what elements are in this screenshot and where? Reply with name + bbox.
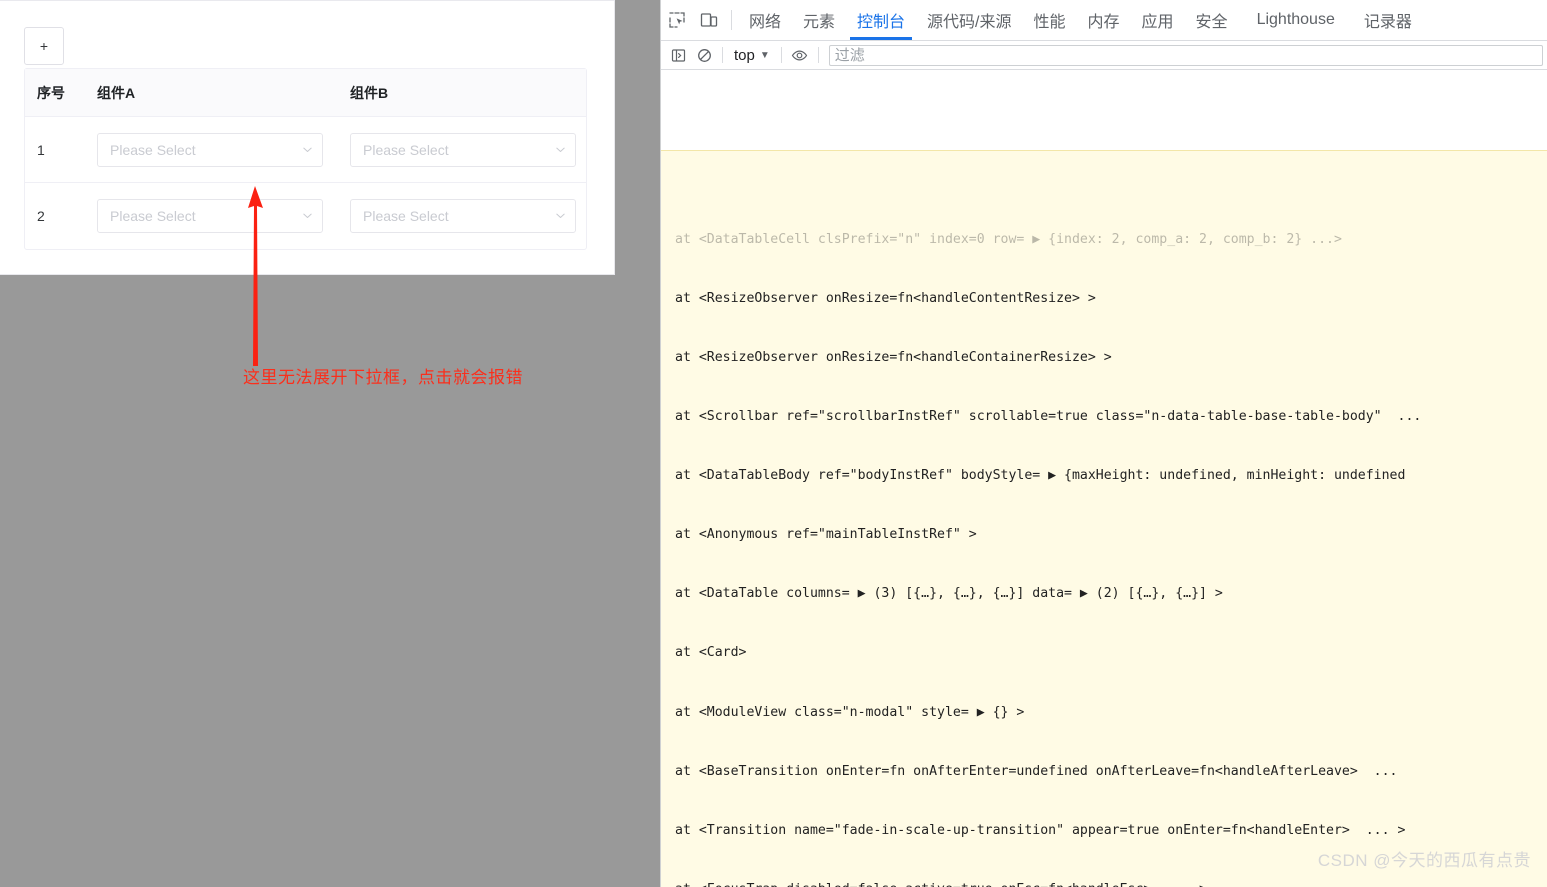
table-header-row: 序号 组件A 组件B <box>25 69 586 117</box>
device-toolbar-icon[interactable] <box>693 0 725 40</box>
tab-lighthouse[interactable]: Lighthouse <box>1239 0 1353 40</box>
warn-trace-line: at <DataTableBody ref="bodyInstRef" body… <box>675 468 1406 484</box>
chevron-down-icon <box>302 144 313 155</box>
console-warning-group[interactable]: at <DataTableCell clsPrefix="n" index=0 … <box>661 149 1547 887</box>
table-header-index: 序号 <box>37 84 65 101</box>
execution-context-value: top <box>734 46 755 64</box>
chevron-down-icon <box>555 144 566 155</box>
cell-component-a: Please Select <box>85 199 338 233</box>
component-b-placeholder: Please Select <box>363 208 449 224</box>
application-pane: + 序号 组件A 组件B 1 Please Select Please Sele… <box>0 0 660 887</box>
app-card: + 序号 组件A 组件B 1 Please Select Please Sele… <box>0 0 615 275</box>
console-filter-input[interactable] <box>828 44 1543 66</box>
component-b-select[interactable]: Please Select <box>350 132 576 167</box>
toolbar-divider <box>817 47 819 63</box>
console-partial-top-line: at <DataTableCell clsPrefix="n" index=0 … <box>675 231 1342 247</box>
clear-console-icon[interactable] <box>691 43 717 67</box>
component-b-select[interactable]: Please Select <box>350 199 576 233</box>
console-output[interactable]: at <DataTableCell clsPrefix="n" index=0 … <box>661 71 1547 887</box>
row-index: 2 <box>37 208 45 224</box>
execution-context-select[interactable]: top ▼ <box>728 47 776 64</box>
cell-component-b: Please Select <box>338 132 586 167</box>
cell-component-b: Please Select <box>338 199 586 233</box>
devtools-panel: 网络 元素 控制台 源代码/来源 性能 内存 应用 安全 Lighthouse … <box>660 0 1547 887</box>
warn-trace-line: at <ResizeObserver onResize=fn<handleCon… <box>675 349 1112 365</box>
annotation-caption: 这里无法展开下拉框，点击就会报错 <box>243 368 523 387</box>
card-top-divider <box>0 0 614 1</box>
inspect-element-icon[interactable] <box>661 0 693 40</box>
tab-memory[interactable]: 内存 <box>1077 0 1131 40</box>
warn-trace-line: at <ResizeObserver onResize=fn<handleCon… <box>675 290 1096 306</box>
row-index: 1 <box>37 141 45 158</box>
devtools-tabbar: 网络 元素 控制台 源代码/来源 性能 内存 应用 安全 Lighthouse … <box>661 0 1547 41</box>
warn-trace-line: at <FocusTrap disabled=false active=true… <box>675 880 1547 887</box>
warn-trace-line: at <Scrollbar ref="scrollbarInstRef" scr… <box>675 408 1422 424</box>
tab-recorder[interactable]: 记录器 <box>1353 0 1423 40</box>
tab-elements[interactable]: 元素 <box>792 0 846 40</box>
component-a-select[interactable]: Please Select <box>97 132 323 167</box>
tab-application[interactable]: 应用 <box>1131 0 1185 40</box>
tabbar-divider <box>731 10 732 30</box>
warn-trace-line: at <DataTable columns= ▶ (3) [{…}, {…}, … <box>675 586 1223 602</box>
screenshot-root: + 序号 组件A 组件B 1 Please Select Please Sele… <box>0 0 1547 887</box>
table-header-component-b: 组件B <box>350 84 389 101</box>
toolbar-divider <box>780 47 782 63</box>
toolbar-divider <box>722 47 723 63</box>
component-a-placeholder: Please Select <box>110 208 196 224</box>
tab-sources[interactable]: 源代码/来源 <box>916 0 1022 40</box>
chevron-down-icon: ▼ <box>759 49 770 61</box>
component-b-placeholder: Please Select <box>363 141 449 158</box>
chevron-down-icon <box>302 210 313 221</box>
table-row: 2 Please Select Please Select <box>25 183 586 249</box>
component-a-placeholder: Please Select <box>110 141 196 158</box>
cell-component-a: Please Select <box>85 132 338 167</box>
warn-trace-line: at <BaseTransition onEnter=fn onAfterEnt… <box>675 763 1398 779</box>
tab-performance[interactable]: 性能 <box>1023 0 1077 40</box>
warn-trace-line: at <Transition name="fade-in-scale-up-tr… <box>675 822 1406 838</box>
console-sidebar-icon[interactable] <box>665 43 691 67</box>
components-table: 序号 组件A 组件B 1 Please Select Please Select… <box>24 68 587 250</box>
chevron-down-icon <box>555 210 566 221</box>
table-header-component-a: 组件A <box>97 84 136 101</box>
table-row: 1 Please Select Please Select <box>25 117 586 183</box>
live-expression-eye-icon[interactable] <box>787 43 813 67</box>
warn-trace-line: at <ModuleView class="n-modal" style= ▶ … <box>675 704 1025 720</box>
component-a-select[interactable]: Please Select <box>97 199 323 233</box>
tab-network[interactable]: 网络 <box>738 0 792 40</box>
console-toolbar: top ▼ <box>661 41 1547 70</box>
add-row-button[interactable]: + <box>24 27 64 65</box>
tab-security[interactable]: 安全 <box>1185 0 1239 40</box>
warn-trace-line: at <Anonymous ref="mainTableInstRef" > <box>675 527 977 543</box>
tab-console[interactable]: 控制台 <box>846 0 916 40</box>
warn-trace-line: at <Card> <box>675 645 747 661</box>
